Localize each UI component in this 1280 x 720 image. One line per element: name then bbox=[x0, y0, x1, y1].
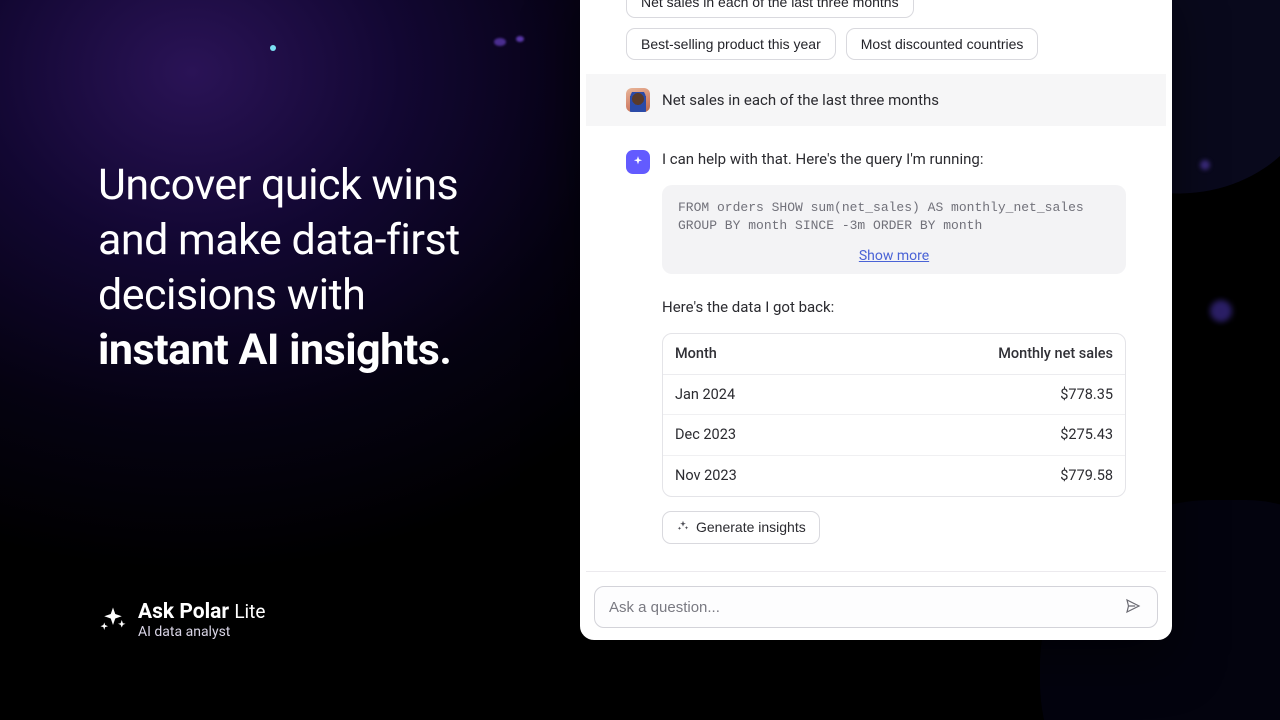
user-message-text: Net sales in each of the last three mont… bbox=[662, 91, 939, 109]
composer-bar bbox=[586, 571, 1166, 634]
brand-name: Ask Polar bbox=[138, 600, 229, 624]
send-button[interactable] bbox=[1119, 593, 1147, 621]
table-cell-value: $275.43 bbox=[839, 415, 1125, 456]
send-icon bbox=[1124, 597, 1142, 618]
hero-line-2: and make data-first bbox=[98, 215, 460, 265]
table-cell-month: Dec 2023 bbox=[663, 415, 839, 456]
user-message-row: Net sales in each of the last three mont… bbox=[586, 74, 1166, 126]
data-intro-text: Here's the data I got back: bbox=[662, 296, 1126, 319]
hero-headline: Uncover quick wins and make data-first d… bbox=[98, 158, 538, 378]
hero-line-1: Uncover quick wins bbox=[98, 160, 458, 210]
sparkle-logo-icon bbox=[98, 605, 128, 635]
decorative-dot bbox=[516, 36, 524, 42]
table-row: Nov 2023 $779.58 bbox=[663, 456, 1125, 496]
decorative-dot bbox=[494, 38, 506, 46]
hero-line-3: decisions with bbox=[98, 270, 365, 320]
table-row: Jan 2024 $778.35 bbox=[663, 374, 1125, 415]
decorative-dot bbox=[1210, 300, 1232, 322]
query-code-block: FROM orders SHOW sum(net_sales) AS month… bbox=[662, 185, 1126, 275]
generate-insights-label: Generate insights bbox=[696, 519, 806, 535]
table-cell-value: $779.58 bbox=[839, 456, 1125, 496]
brand-block: Ask Polar Lite AI data analyst bbox=[98, 600, 265, 640]
table-cell-month: Jan 2024 bbox=[663, 374, 839, 415]
results-table: Month Monthly net sales Jan 2024 $778.35… bbox=[662, 333, 1126, 497]
suggestion-chip-best-selling[interactable]: Best-selling product this year bbox=[626, 28, 836, 60]
composer-input[interactable] bbox=[609, 599, 1119, 616]
brand-variant: Lite bbox=[234, 600, 265, 623]
show-more-link[interactable]: Show more bbox=[678, 246, 1110, 266]
table-row: Dec 2023 $275.43 bbox=[663, 415, 1125, 456]
suggestion-chip-row: Net sales in each of the last three mont… bbox=[586, 0, 1166, 74]
query-code-text: FROM orders SHOW sum(net_sales) AS month… bbox=[678, 199, 1110, 237]
brand-subtitle: AI data analyst bbox=[138, 624, 265, 640]
table-header-value: Monthly net sales bbox=[839, 334, 1125, 374]
hero-line-4: instant AI insights. bbox=[98, 325, 451, 375]
table-header-month: Month bbox=[663, 334, 839, 374]
chat-scroll-area[interactable]: Net sales in each of the last three mont… bbox=[586, 0, 1166, 571]
table-cell-value: $778.35 bbox=[839, 374, 1125, 415]
assistant-sparkle-icon bbox=[626, 150, 650, 174]
decorative-dot bbox=[1200, 160, 1210, 170]
user-avatar bbox=[626, 88, 650, 112]
suggestion-chip-net-sales[interactable]: Net sales in each of the last three mont… bbox=[626, 0, 914, 18]
decorative-dot bbox=[270, 45, 276, 51]
suggestion-chip-discounted-countries[interactable]: Most discounted countries bbox=[846, 28, 1039, 60]
table-cell-month: Nov 2023 bbox=[663, 456, 839, 496]
assistant-intro-text: I can help with that. Here's the query I… bbox=[662, 148, 1126, 171]
assistant-message-row: I can help with that. Here's the query I… bbox=[586, 126, 1166, 571]
sparkle-icon bbox=[676, 519, 690, 536]
generate-insights-button[interactable]: Generate insights bbox=[662, 511, 820, 544]
chat-panel: Net sales in each of the last three mont… bbox=[580, 0, 1172, 640]
